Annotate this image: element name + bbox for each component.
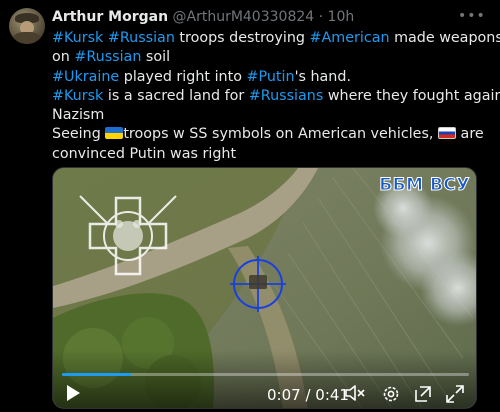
video-watermark: ББМ ВСУ — [379, 175, 470, 196]
expand-icon[interactable] — [445, 384, 465, 404]
tweet-text-segment: Nazism — [52, 107, 105, 124]
tweet-line-4: #Kursk is a sacred land for #Russians wh… — [52, 87, 500, 106]
tweet-line-6-middle: troops w SS symbols on American vehicles… — [123, 126, 439, 143]
tweet-line-2: on #Russian soil — [52, 48, 482, 67]
author-handle[interactable]: @ArthurM40330824 — [173, 9, 315, 25]
progress-bar[interactable] — [62, 373, 469, 376]
avatar[interactable] — [9, 8, 45, 44]
tweet-text-segment: is a sacred land for — [103, 87, 249, 104]
progress-fill — [62, 373, 132, 376]
gear-icon[interactable] — [381, 384, 401, 404]
hashtag-link[interactable]: #Kursk — [52, 88, 103, 104]
tweet-text-segment: troops destroying — [174, 30, 310, 46]
tweet-text-segment: on — [52, 49, 75, 66]
hashtag-link[interactable]: #Russian — [108, 30, 175, 46]
hashtag-link[interactable]: #Kursk — [52, 30, 103, 46]
tweet-line-1: #Kursk #Russian troops destroying #Ameri… — [52, 29, 500, 48]
picture-in-picture-icon[interactable] — [413, 384, 433, 404]
tweet-line-6: Seeing troops w SS symbols on American v… — [52, 125, 484, 144]
hashtag-link[interactable]: #Putin — [247, 69, 295, 85]
tweet-text-segment: 's hand. — [294, 68, 351, 85]
ukraine-flag-emoji — [105, 127, 124, 140]
tweet-text-segment: made weapons — [389, 30, 500, 46]
video-timecode: 0:07 / 0:41 — [267, 386, 349, 404]
author-name[interactable]: Arthur Morgan — [52, 9, 168, 25]
play-icon[interactable] — [65, 384, 83, 404]
hashtag-link[interactable]: #American — [310, 30, 390, 46]
tweet-line-6-start: Seeing — [52, 126, 106, 143]
video-controls: 0:07 / 0:41 — [53, 350, 476, 408]
tweet-text-segment: where they fought against — [323, 87, 500, 104]
tweet-text: #Kursk #Russian troops destroying #Ameri… — [52, 29, 500, 164]
speaker-muted-icon[interactable] — [345, 384, 365, 404]
tweet-line-5: Nazism — [52, 106, 482, 125]
hashtag-link[interactable]: #Russian — [74, 49, 141, 65]
video-player[interactable]: ББМ ВСУ 0:07 / 0:41 — [52, 167, 477, 409]
tweet-text-segment: soil — [141, 49, 171, 66]
more-options-icon[interactable]: ••• — [458, 8, 485, 26]
tweet-time[interactable]: 10h — [328, 9, 355, 25]
hashtag-link[interactable]: #Russians — [249, 88, 323, 104]
tweet-line-7: convinced Putin was right — [52, 145, 237, 162]
avatar-coat — [13, 32, 41, 44]
tweet-header: Arthur Morgan @ArthurM40330824 · 10h — [52, 9, 470, 27]
russia-flag-emoji — [438, 127, 457, 140]
hashtag-link[interactable]: #Ukraine — [52, 69, 119, 85]
tweet-text-segment: played right into — [119, 68, 247, 85]
tweet-line-3: #Ukraine played right into #Putin's hand… — [52, 68, 482, 87]
header-separator: · — [318, 9, 324, 25]
tweet-line-6-end: are — [456, 126, 484, 143]
